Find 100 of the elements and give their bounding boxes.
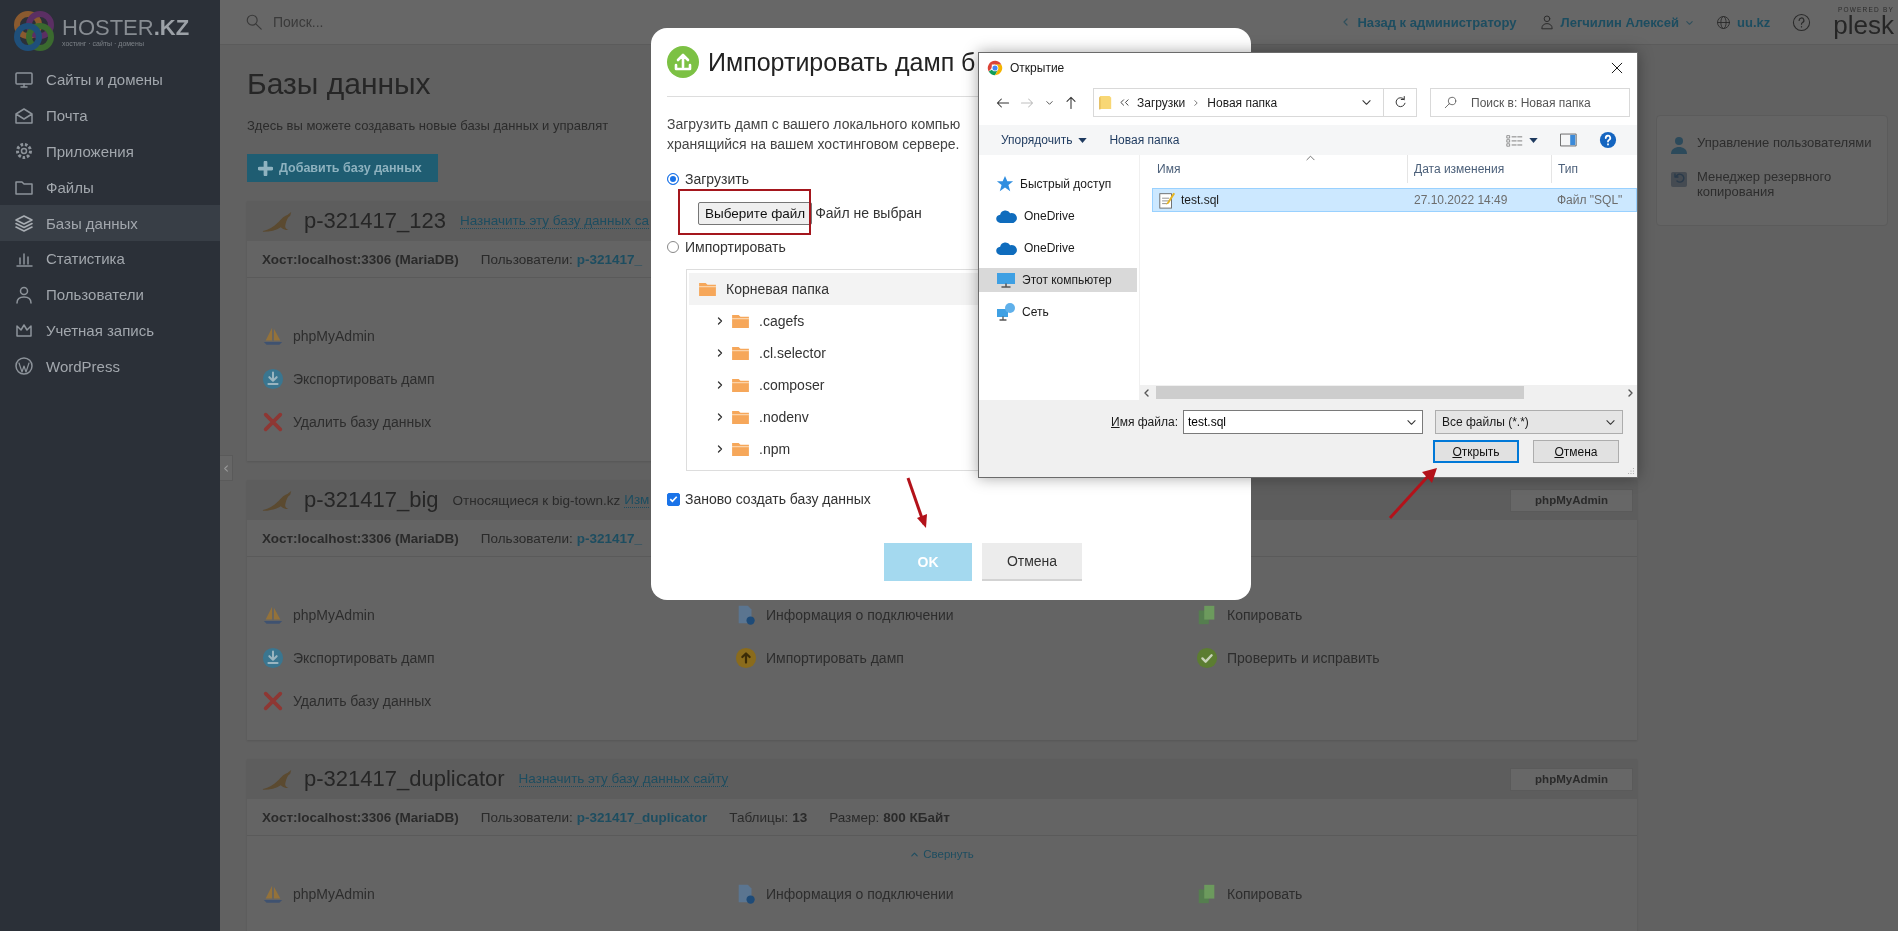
star-icon — [996, 175, 1014, 193]
file-name: test.sql — [1181, 193, 1219, 207]
folder-icon — [732, 378, 749, 392]
network-icon — [996, 302, 1016, 322]
navigation-item[interactable]: Быстрый доступ — [979, 172, 1137, 196]
search-field[interactable]: Поиск в: Новая папка — [1430, 88, 1630, 117]
breadcrumb-item[interactable]: Загрузки — [1137, 95, 1186, 110]
check-circle-icon — [1196, 646, 1218, 669]
field-label: Имя файла: — [1111, 415, 1178, 429]
caret-down-icon — [1078, 137, 1088, 143]
text-file-icon — [1158, 191, 1176, 209]
breadcrumb-item[interactable]: Новая папка — [1207, 95, 1278, 110]
chevron-down-icon — [1360, 98, 1372, 107]
sidebar-item[interactable]: Базы данных — [0, 205, 220, 241]
column-header[interactable]: Дата изменения — [1407, 155, 1551, 183]
help-button[interactable] — [1792, 12, 1812, 32]
tree-item[interactable]: .npm — [689, 433, 1234, 465]
collapse-handle[interactable] — [220, 455, 233, 481]
radio-label: Импортировать — [685, 239, 786, 255]
sidebar-item[interactable]: WordPress — [0, 348, 220, 385]
cross-icon — [262, 410, 284, 433]
sidebar-item[interactable]: Почта — [0, 97, 220, 134]
backup-drive-icon — [1669, 169, 1689, 189]
host-info: Хост:localhost:3306 (MariaDB) — [262, 530, 459, 546]
page-title: Базы данных — [247, 66, 431, 102]
file-type-dropdown[interactable]: Все файлы (*.*) — [1434, 410, 1623, 434]
cloud-icon — [996, 208, 1018, 224]
navigation-item[interactable]: OneDrive — [979, 204, 1137, 228]
open-button[interactable]: Открыть — [1433, 440, 1519, 463]
chevron-right-icon — [715, 444, 725, 454]
organize-button[interactable]: Упорядочить — [991, 127, 1098, 153]
computer-icon — [996, 270, 1016, 290]
file-date: 27.10.2022 14:49 — [1413, 193, 1509, 207]
stat-value: 13 — [792, 809, 808, 825]
plesk-logo: plesk — [1833, 12, 1894, 39]
search-icon — [1443, 95, 1458, 110]
brand-logo-icon — [12, 9, 56, 53]
help-icon — [1599, 131, 1617, 149]
navigation-item[interactable]: Этот компьютер — [979, 268, 1137, 292]
refresh-button[interactable] — [1384, 88, 1417, 117]
radio-button[interactable] — [667, 173, 679, 185]
file-status: Файл не выбран — [815, 205, 922, 221]
sidebar-item[interactable]: Пользователи — [0, 276, 220, 313]
checkbox[interactable] — [667, 492, 680, 506]
close-icon — [1609, 60, 1625, 76]
database-name: p-321417_123 — [304, 208, 446, 234]
chevron-down-icon — [1604, 417, 1616, 427]
chevron-right-icon — [715, 412, 725, 422]
users-label: Пользователи: — [480, 251, 573, 267]
folder-icon — [732, 346, 749, 360]
globe-icon — [1716, 14, 1732, 30]
monitor-icon — [14, 69, 34, 90]
person-icon — [1669, 135, 1689, 155]
address-bar[interactable]: Загрузки Новая папка — [1093, 88, 1384, 117]
circle-logo-icon — [14, 356, 34, 377]
caret-down-icon — [1529, 137, 1538, 143]
users-label: Пользователи: — [480, 809, 573, 825]
cancel-button[interactable]: Отмена — [1533, 440, 1619, 463]
plus-icon — [258, 160, 273, 176]
navigation-item[interactable]: OneDrive — [979, 236, 1137, 260]
double-chevron-icon — [1119, 98, 1130, 107]
chevron-right-icon — [715, 316, 725, 326]
chevron-down-icon — [1044, 98, 1054, 107]
search-icon — [245, 13, 263, 31]
new-folder-button[interactable]: Новая папка — [1099, 127, 1190, 153]
preview-pane-icon — [1560, 133, 1577, 147]
gear-icon — [14, 141, 34, 162]
sidebar-item[interactable]: Статистика — [0, 241, 220, 277]
sidebar-item[interactable]: Файлы — [0, 169, 220, 206]
cross-icon — [262, 689, 284, 712]
sidebar-item[interactable]: Учетная запись — [0, 312, 220, 349]
host-info: Хост:localhost:3306 (MariaDB) — [262, 809, 459, 825]
folder-icon — [699, 282, 716, 296]
choose-file-button[interactable]: Выберите файл — [698, 201, 813, 225]
person-icon — [1538, 14, 1555, 30]
scrollbar-thumb[interactable] — [1156, 386, 1524, 399]
list-view-icon — [1506, 133, 1523, 147]
folder-icon — [732, 410, 749, 424]
radio-label: Загрузить — [685, 171, 749, 187]
envelope-icon — [14, 105, 34, 126]
radio-button[interactable] — [667, 241, 679, 253]
file-row[interactable]: test.sql 27.10.2022 14:49 Файл "SQL" — [1152, 188, 1637, 212]
stat-label: Таблицы: — [729, 809, 789, 825]
chevron-right-icon — [715, 380, 725, 390]
horizontal-scrollbar[interactable] — [1140, 385, 1637, 400]
users-label: Пользователи: — [480, 530, 573, 546]
sidebar-item[interactable]: Сайты и домены — [0, 62, 220, 98]
cloud-icon — [996, 240, 1018, 256]
person-icon — [14, 284, 34, 305]
sort-caret-icon — [1306, 155, 1315, 161]
sidebar-item[interactable]: Приложения — [0, 133, 220, 170]
dialog-description: Загрузить дамп с вашего локального компью хранящийся на вашем хостинговом сервере. — [667, 115, 961, 154]
add-database-button[interactable]: Добавить базу данных — [247, 154, 438, 182]
upload-icon — [667, 46, 699, 78]
column-header[interactable]: Тип — [1551, 155, 1637, 183]
column-header[interactable]: Имя — [1152, 155, 1407, 183]
cancel-button[interactable]: Отмена — [982, 543, 1082, 581]
dialog-title: Импортировать дамп б — [708, 47, 976, 77]
dialog-title: Открытие — [1010, 61, 1065, 75]
browser-icon — [987, 60, 1003, 76]
